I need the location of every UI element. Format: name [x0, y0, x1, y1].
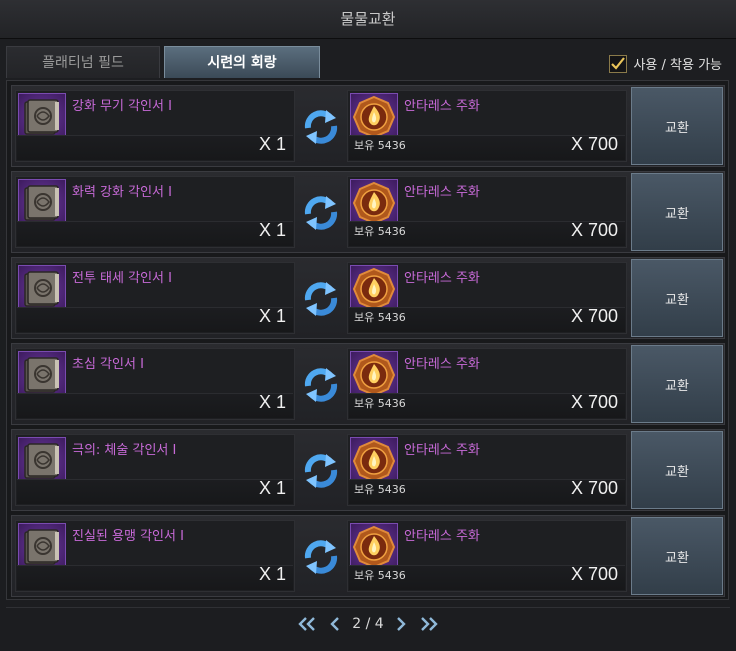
engraving-book-icon	[18, 265, 66, 313]
swap-arrows-icon	[300, 536, 342, 578]
get-item-slot[interactable]: 안타레스 주화 보유 5436 X 700	[347, 434, 627, 506]
antares-coin-icon	[350, 179, 398, 227]
owned-count: 보유 5436	[354, 569, 406, 582]
get-item-qty: X 700	[570, 220, 618, 240]
exchange-button[interactable]: 교환	[631, 431, 723, 509]
get-item-name: 안타레스 주화	[404, 357, 480, 372]
get-item-name: 안타레스 주화	[404, 185, 480, 200]
give-item-name: 초심 각인서 I	[72, 357, 144, 372]
give-item-slot[interactable]: 강화 무기 각인서 I X 1	[15, 90, 295, 162]
antares-coin-icon	[350, 265, 398, 313]
usable-filter[interactable]: 사용 / 착용 가능	[609, 54, 722, 73]
give-item-name: 전투 태세 각인서 I	[72, 271, 172, 286]
owned-count: 보유 5436	[354, 311, 406, 324]
swap-arrows-icon	[300, 192, 342, 234]
usable-filter-checkbox[interactable]	[609, 54, 628, 73]
pagination: 2 / 4	[0, 616, 736, 632]
give-item-name: 극의: 체술 각인서 I	[72, 443, 177, 458]
get-item-qty: X 700	[570, 564, 618, 584]
get-item-name: 안타레스 주화	[404, 443, 480, 458]
barter-window: 물물교환 플래티넘 필드 시련의 회랑 사용 / 착용 가능 강화 무기 각인서…	[0, 0, 736, 651]
give-item-qty: X 1	[258, 478, 286, 498]
exchange-row: 초심 각인서 I X 1 안타레스 주화 보유 5436 X 700 교환	[11, 343, 725, 425]
slot-footer	[17, 479, 293, 504]
give-item-slot[interactable]: 진실된 용맹 각인서 I X 1	[15, 520, 295, 592]
engraving-book-icon	[18, 351, 66, 399]
prev-page-icon[interactable]	[328, 616, 342, 632]
give-item-name: 진실된 용맹 각인서 I	[72, 529, 184, 544]
usable-filter-label: 사용 / 착용 가능	[633, 58, 722, 73]
page-indicator: 2 / 4	[352, 616, 384, 632]
swap-arrows-icon	[300, 450, 342, 492]
last-page-icon[interactable]	[418, 616, 440, 632]
antares-coin-icon	[350, 93, 398, 141]
give-item-qty: X 1	[258, 564, 286, 584]
swap-arrows-icon	[300, 106, 342, 148]
get-item-slot[interactable]: 안타레스 주화 보유 5436 X 700	[347, 348, 627, 420]
swap-arrows-icon	[300, 364, 342, 406]
antares-coin-icon	[350, 351, 398, 399]
give-item-name: 강화 무기 각인서 I	[72, 99, 172, 114]
get-item-name: 안타레스 주화	[404, 271, 480, 286]
exchange-button[interactable]: 교환	[631, 345, 723, 423]
swap-arrows-icon	[300, 278, 342, 320]
next-page-icon[interactable]	[394, 616, 408, 632]
get-item-qty: X 700	[570, 134, 618, 154]
engraving-book-icon	[18, 179, 66, 227]
exchange-row: 화력 강화 각인서 I X 1 안타레스 주화 보유 5436 X 700 교환	[11, 171, 725, 253]
slot-footer	[17, 307, 293, 332]
give-item-qty: X 1	[258, 134, 286, 154]
exchange-list: 강화 무기 각인서 I X 1 안타레스 주화 보유 5436 X 700 교환…	[6, 80, 729, 600]
get-item-name: 안타레스 주화	[404, 99, 480, 114]
engraving-book-icon	[18, 523, 66, 571]
tab-platinum-field[interactable]: 플래티넘 필드	[6, 46, 160, 78]
get-item-qty: X 700	[570, 478, 618, 498]
give-item-slot[interactable]: 전투 태세 각인서 I X 1	[15, 262, 295, 334]
owned-count: 보유 5436	[354, 139, 406, 152]
give-item-name: 화력 강화 각인서 I	[72, 185, 172, 200]
slot-footer	[17, 135, 293, 160]
get-item-qty: X 700	[570, 392, 618, 412]
exchange-row: 극의: 체술 각인서 I X 1 안타레스 주화 보유 5436 X 700 교…	[11, 429, 725, 511]
exchange-row: 전투 태세 각인서 I X 1 안타레스 주화 보유 5436 X 700 교환	[11, 257, 725, 339]
owned-count: 보유 5436	[354, 483, 406, 496]
give-item-qty: X 1	[258, 392, 286, 412]
tab-bar: 플래티넘 필드 시련의 회랑	[6, 46, 320, 78]
get-item-slot[interactable]: 안타레스 주화 보유 5436 X 700	[347, 262, 627, 334]
give-item-qty: X 1	[258, 220, 286, 240]
give-item-slot[interactable]: 극의: 체술 각인서 I X 1	[15, 434, 295, 506]
get-item-name: 안타레스 주화	[404, 529, 480, 544]
get-item-slot[interactable]: 안타레스 주화 보유 5436 X 700	[347, 176, 627, 248]
owned-count: 보유 5436	[354, 225, 406, 238]
get-item-slot[interactable]: 안타레스 주화 보유 5436 X 700	[347, 90, 627, 162]
antares-coin-icon	[350, 523, 398, 571]
first-page-icon[interactable]	[296, 616, 318, 632]
engraving-book-icon	[18, 437, 66, 485]
engraving-book-icon	[18, 93, 66, 141]
exchange-row: 진실된 용맹 각인서 I X 1 안타레스 주화 보유 5436 X 700 교…	[11, 515, 725, 597]
slot-footer	[17, 393, 293, 418]
give-item-qty: X 1	[258, 306, 286, 326]
exchange-row: 강화 무기 각인서 I X 1 안타레스 주화 보유 5436 X 700 교환	[11, 85, 725, 167]
get-item-qty: X 700	[570, 306, 618, 326]
owned-count: 보유 5436	[354, 397, 406, 410]
exchange-button[interactable]: 교환	[631, 517, 723, 595]
get-item-slot[interactable]: 안타레스 주화 보유 5436 X 700	[347, 520, 627, 592]
divider	[6, 607, 730, 608]
exchange-button[interactable]: 교환	[631, 87, 723, 165]
antares-coin-icon	[350, 437, 398, 485]
checkmark-icon	[611, 56, 626, 70]
slot-footer	[17, 221, 293, 246]
window-title: 물물교환	[0, 0, 736, 39]
exchange-button[interactable]: 교환	[631, 259, 723, 337]
exchange-button[interactable]: 교환	[631, 173, 723, 251]
give-item-slot[interactable]: 화력 강화 각인서 I X 1	[15, 176, 295, 248]
give-item-slot[interactable]: 초심 각인서 I X 1	[15, 348, 295, 420]
slot-footer	[17, 565, 293, 590]
tab-trial-corridor[interactable]: 시련의 회랑	[164, 46, 320, 78]
